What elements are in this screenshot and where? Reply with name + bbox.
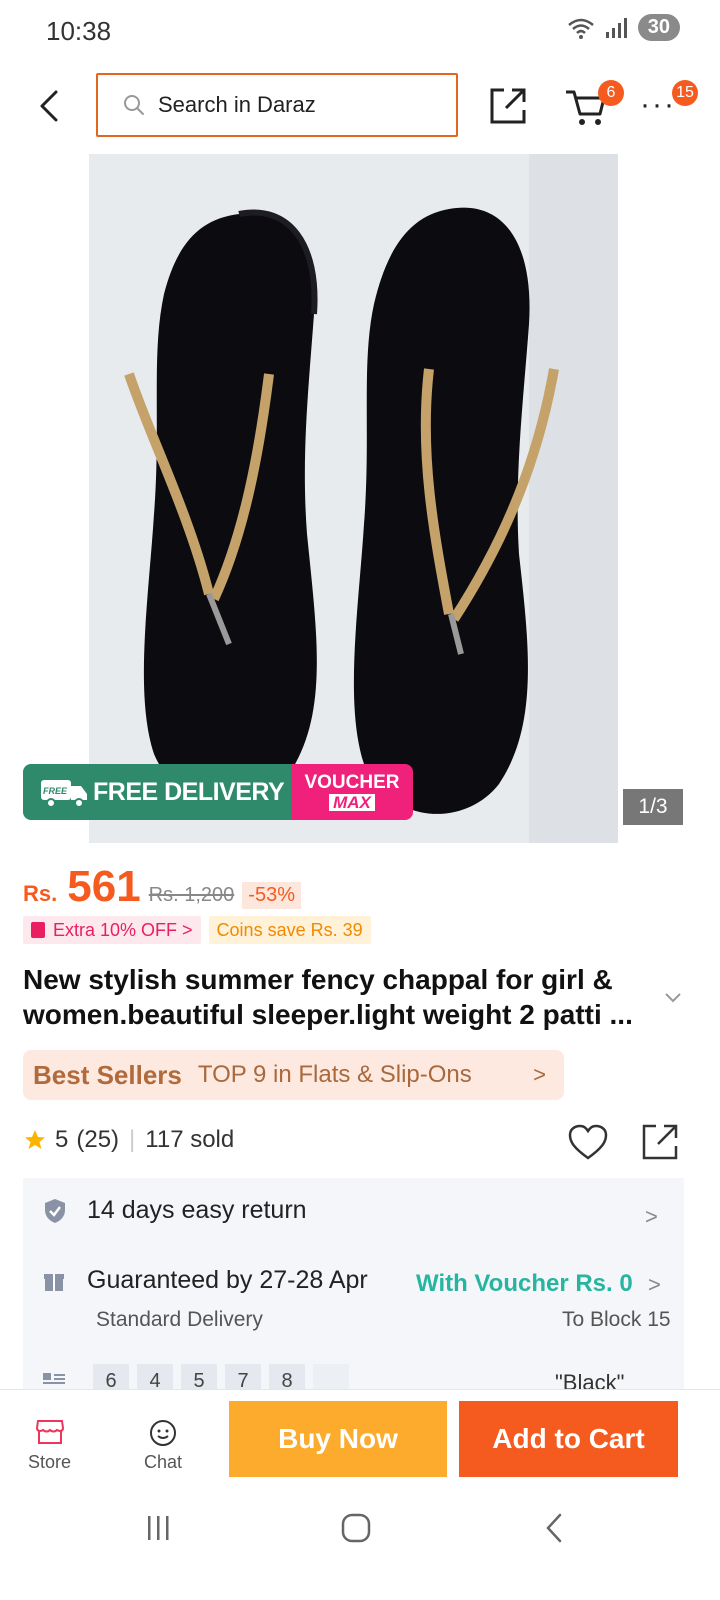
product-image[interactable]	[89, 154, 618, 843]
return-text: 14 days easy return	[87, 1196, 307, 1224]
delivery-destination: To Block 15	[562, 1308, 671, 1331]
voucher-delivery-fee: With Voucher Rs. 0	[416, 1270, 633, 1297]
price-row: Rs. 561 Rs. 1,200 -53%	[23, 862, 301, 912]
divider: |	[129, 1126, 136, 1153]
store-button[interactable]: Store	[28, 1418, 71, 1473]
variant-row[interactable]: 6 4 5 7 8	[43, 1364, 349, 1390]
service-info-panel: 14 days easy return > Guaranteed by 27-2…	[23, 1178, 684, 1390]
buy-now-button[interactable]: Buy Now	[229, 1401, 447, 1477]
cart-count-badge: 6	[598, 80, 624, 106]
ranking-text: TOP 9 in Flats & Slip-Ons	[197, 1061, 472, 1088]
search-placeholder: Search in Daraz	[158, 92, 316, 117]
rating-row[interactable]: 5 (25) | 117 sold	[23, 1126, 234, 1154]
chat-button[interactable]: Chat	[144, 1418, 182, 1473]
bottom-action-bar: Store Chat Buy Now Add to Cart	[0, 1389, 720, 1490]
coins-save-chip[interactable]: Coins save Rs. 39	[208, 916, 371, 944]
add-to-cart-button[interactable]: Add to Cart	[459, 1401, 678, 1477]
voucher-icon	[31, 922, 45, 938]
status-icons: 30	[566, 14, 680, 41]
chevron-right-icon[interactable]: >	[645, 1204, 658, 1230]
home-icon[interactable]	[340, 1512, 372, 1544]
size-option[interactable]: 8	[269, 1364, 305, 1390]
voucher-label: VOUCHER	[304, 772, 400, 793]
selected-color[interactable]: "Black"	[555, 1370, 624, 1390]
current-price: 561	[67, 862, 141, 911]
price-currency: Rs.	[23, 881, 58, 906]
chat-icon	[150, 1420, 177, 1446]
share-icon[interactable]	[640, 1122, 680, 1162]
delivery-type: Standard Delivery	[96, 1308, 263, 1331]
search-input[interactable]: Search in Daraz	[96, 73, 458, 137]
extra-off-chip[interactable]: Extra 10% OFF >	[23, 916, 201, 944]
signal-icon	[605, 17, 627, 38]
size-option-more[interactable]	[313, 1364, 349, 1390]
free-label: FREE	[43, 786, 68, 796]
delivery-box-icon	[44, 1273, 64, 1291]
chat-label: Chat	[144, 1452, 183, 1472]
size-option[interactable]: 7	[225, 1364, 261, 1390]
original-price: Rs. 1,200	[148, 884, 235, 906]
search-icon	[124, 95, 144, 115]
nav-back-icon[interactable]	[540, 1512, 570, 1544]
rating-score: 5	[55, 1126, 69, 1153]
promo-row: Extra 10% OFF > Coins save Rs. 39	[23, 916, 371, 944]
back-icon[interactable]	[30, 86, 70, 126]
truck-icon: FREE	[41, 780, 87, 808]
delivery-date: Guaranteed by 27-28 Apr	[87, 1266, 368, 1294]
store-label: Store	[28, 1452, 72, 1472]
size-option[interactable]: 4	[137, 1364, 173, 1390]
best-seller-ranking[interactable]: Best Sellers TOP 9 in Flats & Slip-Ons >	[23, 1050, 564, 1100]
chevron-right-icon: >	[533, 1062, 546, 1087]
extra-off-label: Extra 10% OFF >	[53, 919, 193, 940]
max-label: MAX	[329, 794, 375, 811]
image-counter: 1/3	[623, 789, 683, 825]
free-delivery-badge: FREE FREE DELIVERY	[23, 764, 291, 820]
voucher-max-badge: VOUCHER MAX	[291, 764, 413, 820]
size-option[interactable]: 6	[93, 1364, 129, 1390]
heart-icon[interactable]	[568, 1124, 608, 1162]
system-nav-bar	[0, 1489, 720, 1600]
discount-badge: -53%	[242, 882, 301, 909]
store-icon	[35, 1420, 64, 1444]
share-icon[interactable]	[486, 84, 530, 128]
star-icon	[25, 1130, 45, 1149]
rating-count: (25)	[76, 1126, 120, 1153]
free-delivery-label: FREE DELIVERY	[93, 777, 285, 806]
status-time: 10:38	[46, 16, 112, 46]
recent-apps-icon[interactable]	[144, 1513, 174, 1543]
delivery-row[interactable]: Guaranteed by 27-28 Apr	[43, 1266, 368, 1295]
battery-indicator: 30	[637, 14, 680, 41]
variant-icon	[43, 1373, 65, 1384]
more-count-badge: 15	[672, 80, 698, 106]
chevron-down-icon[interactable]	[662, 986, 684, 1008]
free-delivery-voucher-banner[interactable]: FREE FREE DELIVERY VOUCHER MAX	[23, 764, 413, 820]
chevron-right-icon[interactable]: >	[648, 1272, 661, 1298]
product-title: New stylish summer fency chappal for gir…	[23, 964, 633, 1030]
product-photo	[89, 154, 618, 843]
size-option[interactable]: 5	[181, 1364, 217, 1390]
sold-count: 117 sold	[145, 1126, 235, 1153]
return-policy-row[interactable]: 14 days easy return	[43, 1196, 307, 1225]
shield-icon	[45, 1198, 65, 1223]
best-sellers-label: Best Sellers	[33, 1059, 182, 1090]
wifi-icon	[567, 18, 594, 39]
